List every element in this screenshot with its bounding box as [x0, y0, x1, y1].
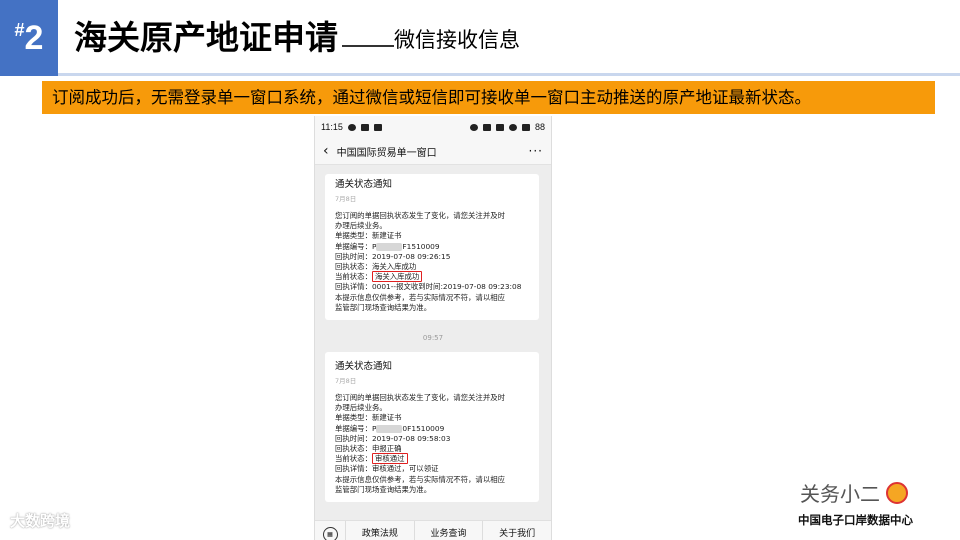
signal-icon — [495, 123, 504, 131]
data-icon — [508, 123, 517, 131]
doc-number-suffix: 0F1510009 — [402, 423, 445, 433]
battery-icon — [521, 123, 530, 131]
message-date: 7月8日 — [335, 195, 357, 203]
keyboard-icon: ▦ — [322, 526, 338, 540]
wifi-icon — [482, 123, 491, 131]
alarm-icon — [469, 123, 478, 131]
phone-screenshot: 11:15 88 ‹ 中国国际贸易单一窗口 ··· 通关状态通知 7月8日 您订… — [314, 116, 552, 540]
battery-level: 88 — [534, 122, 545, 132]
current-status-highlight: 审核通过 — [371, 453, 408, 465]
notification-icon — [360, 123, 369, 131]
badge-number: 2 — [24, 18, 44, 57]
message-intro-cont: 办理后续业务。 — [335, 403, 387, 413]
receipt-time: 回执时间：2019-07-08 09:58:03 — [335, 433, 451, 443]
slide-title-group: 海关原产地证申请 微信接收信息 — [74, 14, 520, 62]
title-underline — [58, 73, 960, 76]
current-status: 当前状态： 审核通过 — [335, 453, 529, 465]
receipt-detail: 回执详情：0001--报文收到时间:2019-07-08 09:23:08 — [335, 282, 522, 292]
slide-title: 海关原产地证申请 — [74, 18, 338, 57]
status-time: 11:15 — [321, 122, 343, 132]
doc-number-prefix: 单据编号：P — [335, 241, 377, 251]
disclaimer: 本提示信息仅供参考，若与实际情况不符，请以相应 — [335, 474, 505, 484]
brand-signature: 关务小二 中国电子口岸数据中心 — [790, 478, 950, 534]
receipt-status: 回执状态：海关入库成功 — [335, 262, 417, 272]
message-intro: 您订阅的单据回执状态发生了变化，请您关注并及时 — [335, 211, 505, 220]
menu-about-us[interactable]: 关于我们 — [482, 521, 551, 540]
disclaimer: 本提示信息仅供参考，若与实际情况不符，请以相应 — [335, 292, 505, 302]
current-status-highlight: 海关入库成功 — [371, 271, 423, 283]
current-status-label: 当前状态： — [335, 272, 372, 282]
chat-menu-bar: ▦ 政策法规 业务查询 关于我们 — [315, 520, 551, 540]
redacted-block — [376, 242, 403, 251]
brand-name-text: 关务小二 — [800, 482, 880, 506]
receipt-detail: 回执详情：审核通过，可以领证 — [335, 464, 439, 474]
chat-nav-bar: ‹ 中国国际贸易单一窗口 ··· — [315, 138, 551, 165]
current-status-label: 当前状态： — [335, 454, 372, 464]
message-card[interactable]: 通关状态通知 7月8日 您订阅的单据回执状态发生了变化，请您关注并及时 办理后续… — [325, 352, 539, 502]
doc-number-prefix: 单据编号：P — [335, 423, 377, 433]
disclaimer-cont: 监管部门现场查询结果为准。 — [335, 302, 432, 312]
status-bar: 11:15 88 — [315, 116, 551, 138]
doc-type: 单据类型：新建证书 — [335, 231, 402, 241]
disclaimer-cont: 监管部门现场查询结果为准。 — [335, 484, 432, 494]
badge-hash: # — [14, 19, 25, 40]
doc-number: 单据编号：P 0F1510009 — [335, 424, 529, 434]
message-title: 通关状态通知 — [335, 361, 393, 372]
slide-subtitle: 微信接收信息 — [394, 28, 520, 52]
back-arrow-icon[interactable]: ‹ — [323, 143, 329, 159]
menu-policies[interactable]: 政策法规 — [345, 521, 414, 540]
message-date: 7月8日 — [335, 377, 357, 385]
chat-timestamp: 09:57 — [422, 334, 444, 342]
redacted-block — [376, 424, 403, 433]
message-title: 通关状态通知 — [335, 179, 393, 190]
receipt-time: 回执时间：2019-07-08 09:26:15 — [335, 251, 451, 261]
doc-type: 单据类型：新建证书 — [335, 413, 402, 423]
chat-title: 中国国际贸易单一窗口 — [336, 147, 437, 159]
brand-name: 关务小二 — [800, 478, 908, 507]
message-body: 您订阅的单据回执状态发生了变化，请您关注并及时 办理后续业务。 单据类型：新建证… — [335, 211, 529, 313]
menu-business-query[interactable]: 业务查询 — [413, 521, 483, 540]
more-options-icon[interactable]: ··· — [529, 144, 543, 158]
message-card[interactable]: 通关状态通知 7月8日 您订阅的单据回执状态发生了变化，请您关注并及时 办理后续… — [325, 174, 539, 320]
keyboard-toggle[interactable]: ▦ — [315, 526, 345, 540]
doc-number: 单据编号：P F1510009 — [335, 242, 529, 252]
message-intro-cont: 办理后续业务。 — [335, 221, 387, 231]
receipt-status: 回执状态：申报正确 — [335, 444, 402, 454]
info-banner: 订阅成功后，无需登录单一窗口系统，通过微信或短信即可接收单一窗口主动推送的原产地… — [42, 81, 935, 114]
slide-number-badge: #2 — [0, 0, 58, 76]
watermark-text: 大数跨境 — [10, 512, 71, 530]
app-notification-icon — [373, 123, 382, 131]
message-body: 您订阅的单据回执状态发生了变化，请您关注并及时 办理后续业务。 单据类型：新建证… — [335, 393, 529, 495]
message-intro: 您订阅的单据回执状态发生了变化，请您关注并及时 — [335, 393, 505, 402]
brand-logo-icon — [886, 481, 908, 504]
doc-number-suffix: F1510009 — [402, 241, 440, 251]
current-status: 当前状态： 海关入库成功 — [335, 271, 529, 283]
title-dash — [342, 45, 394, 47]
chat-bubble-icon — [347, 123, 356, 131]
brand-org: 中国电子口岸数据中心 — [798, 513, 913, 527]
